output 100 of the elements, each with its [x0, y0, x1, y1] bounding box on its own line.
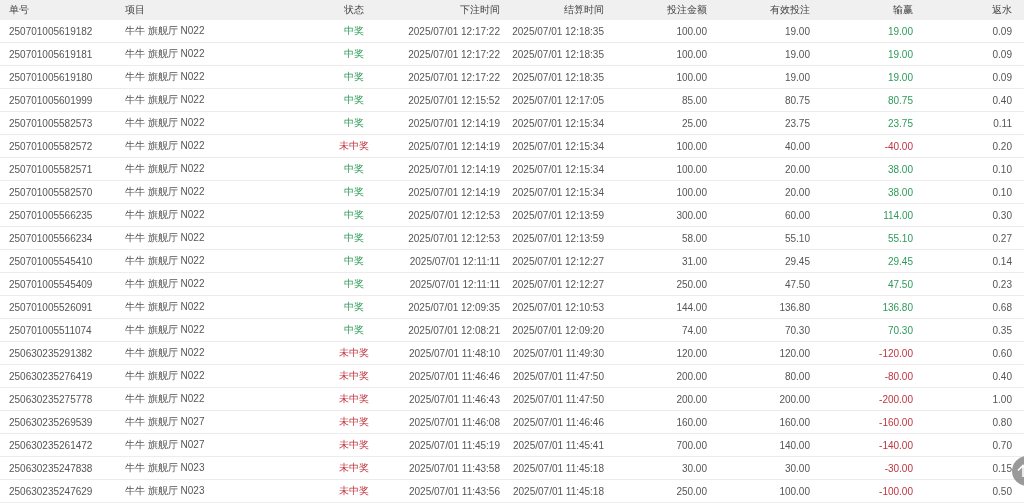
- win-loss: 70.30: [886, 324, 913, 336]
- game-name: 牛牛 旗舰厅 N023: [124, 484, 206, 498]
- valid-bet: 19.00: [783, 25, 810, 37]
- bet-status: 中奖: [342, 47, 365, 61]
- bet-time: 2025/07/01 11:46:43: [408, 393, 500, 405]
- bet-status: 中奖: [342, 231, 365, 245]
- rebate: 0.14: [991, 255, 1012, 267]
- order-number: 250630235247629: [8, 485, 94, 497]
- settle-time: 2025/07/01 12:15:34: [511, 117, 604, 129]
- bet-time: 2025/07/01 12:09:35: [407, 301, 500, 313]
- order-number: 250630235261472: [8, 439, 94, 451]
- column-header: 项目: [124, 3, 146, 17]
- bet-amount: 100.00: [675, 186, 707, 198]
- game-name: 牛牛 旗舰厅 N022: [124, 47, 206, 61]
- column-header: 输赢: [892, 3, 913, 17]
- valid-bet: 20.00: [783, 186, 810, 198]
- valid-bet: 120.00: [778, 347, 810, 359]
- bet-amount: 100.00: [675, 140, 707, 152]
- rebate: 0.50: [991, 485, 1012, 497]
- bet-amount: 250.00: [675, 278, 707, 290]
- game-name: 牛牛 旗舰厅 N022: [124, 24, 206, 38]
- win-loss: 114.00: [882, 209, 913, 221]
- rebate: 0.10: [991, 186, 1012, 198]
- bet-status: 未中奖: [337, 139, 370, 153]
- settle-time: 2025/07/01 11:46:46: [512, 416, 604, 428]
- valid-bet: 19.00: [783, 71, 810, 83]
- bet-amount: 31.00: [680, 255, 707, 267]
- settle-time: 2025/07/01 12:10:53: [511, 301, 604, 313]
- win-loss: 47.50: [886, 278, 913, 290]
- valid-bet: 20.00: [783, 163, 810, 175]
- bet-status: 未中奖: [337, 415, 370, 429]
- bet-amount: 100.00: [675, 48, 707, 60]
- bet-status: 中奖: [342, 208, 365, 222]
- bet-status: 未中奖: [337, 438, 370, 452]
- bet-time: 2025/07/01 11:45:19: [408, 439, 500, 451]
- valid-bet: 55.10: [783, 232, 810, 244]
- bet-status: 中奖: [342, 93, 365, 107]
- settle-time: 2025/07/01 11:47:50: [512, 393, 604, 405]
- valid-bet: 200.00: [778, 393, 810, 405]
- valid-bet: 80.00: [783, 370, 810, 382]
- order-number: 250701005526091: [8, 301, 94, 313]
- valid-bet: 80.75: [783, 94, 810, 106]
- order-number: 250630235275778: [8, 393, 94, 405]
- order-number: 250701005566235: [8, 209, 94, 221]
- settle-time: 2025/07/01 11:45:41: [512, 439, 604, 451]
- settle-time: 2025/07/01 11:49:30: [512, 347, 604, 359]
- win-loss: 19.00: [886, 48, 913, 60]
- rebate: 0.27: [991, 232, 1012, 244]
- bet-time: 2025/07/01 12:14:19: [407, 186, 500, 198]
- column-header: 结算时间: [563, 3, 604, 17]
- bet-amount: 200.00: [675, 370, 707, 382]
- rebate: 0.20: [991, 140, 1012, 152]
- valid-bet: 60.00: [783, 209, 810, 221]
- bet-time: 2025/07/01 12:11:11: [408, 278, 500, 290]
- bet-status: 中奖: [342, 277, 365, 291]
- game-name: 牛牛 旗舰厅 N022: [124, 392, 206, 406]
- rebate: 0.40: [991, 94, 1012, 106]
- bet-status: 中奖: [342, 70, 365, 84]
- bet-amount: 30.00: [680, 462, 707, 474]
- win-loss: -200.00: [878, 393, 913, 405]
- win-loss: -140.00: [878, 439, 913, 451]
- win-loss: 23.75: [886, 117, 913, 129]
- bet-time: 2025/07/01 12:14:19: [407, 117, 500, 129]
- win-loss: 29.45: [886, 255, 913, 267]
- order-number: 250701005619181: [8, 48, 94, 60]
- win-loss: -40.00: [883, 140, 913, 152]
- valid-bet: 140.00: [778, 439, 810, 451]
- rebate: 0.68: [991, 301, 1012, 313]
- bet-status: 中奖: [342, 323, 365, 337]
- bet-time: 2025/07/01 12:17:22: [407, 48, 500, 60]
- order-number: 250701005619180: [8, 71, 94, 83]
- game-name: 牛牛 旗舰厅 N022: [124, 93, 206, 107]
- valid-bet: 23.75: [783, 117, 810, 129]
- bet-amount: 85.00: [680, 94, 707, 106]
- bet-amount: 100.00: [675, 25, 707, 37]
- order-number: 250630235276419: [8, 370, 94, 382]
- bet-time: 2025/07/01 12:08:21: [407, 324, 500, 336]
- game-name: 牛牛 旗舰厅 N022: [124, 369, 206, 383]
- order-number: 250630235291382: [8, 347, 94, 359]
- win-loss: 19.00: [886, 25, 913, 37]
- win-loss: -120.00: [878, 347, 913, 359]
- bet-status: 中奖: [342, 24, 365, 38]
- bet-time: 2025/07/01 12:17:22: [407, 71, 500, 83]
- rebate: 0.70: [991, 439, 1012, 451]
- bet-amount: 144.00: [675, 301, 707, 313]
- game-name: 牛牛 旗舰厅 N022: [124, 346, 206, 360]
- settle-time: 2025/07/01 12:15:34: [511, 163, 604, 175]
- win-loss: -80.00: [883, 370, 913, 382]
- rebate: 0.23: [991, 278, 1012, 290]
- game-name: 牛牛 旗舰厅 N022: [124, 70, 206, 84]
- bet-time: 2025/07/01 11:48:10: [408, 347, 500, 359]
- game-name: 牛牛 旗舰厅 N023: [124, 461, 206, 475]
- win-loss: 136.80: [881, 301, 913, 313]
- settle-time: 2025/07/01 12:13:59: [511, 209, 604, 221]
- bet-time: 2025/07/01 11:46:46: [408, 370, 500, 382]
- valid-bet: 47.50: [783, 278, 810, 290]
- valid-bet: 19.00: [783, 48, 810, 60]
- column-header: 有效投注: [769, 3, 810, 17]
- settle-time: 2025/07/01 12:13:59: [511, 232, 604, 244]
- game-name: 牛牛 旗舰厅 N022: [124, 254, 206, 268]
